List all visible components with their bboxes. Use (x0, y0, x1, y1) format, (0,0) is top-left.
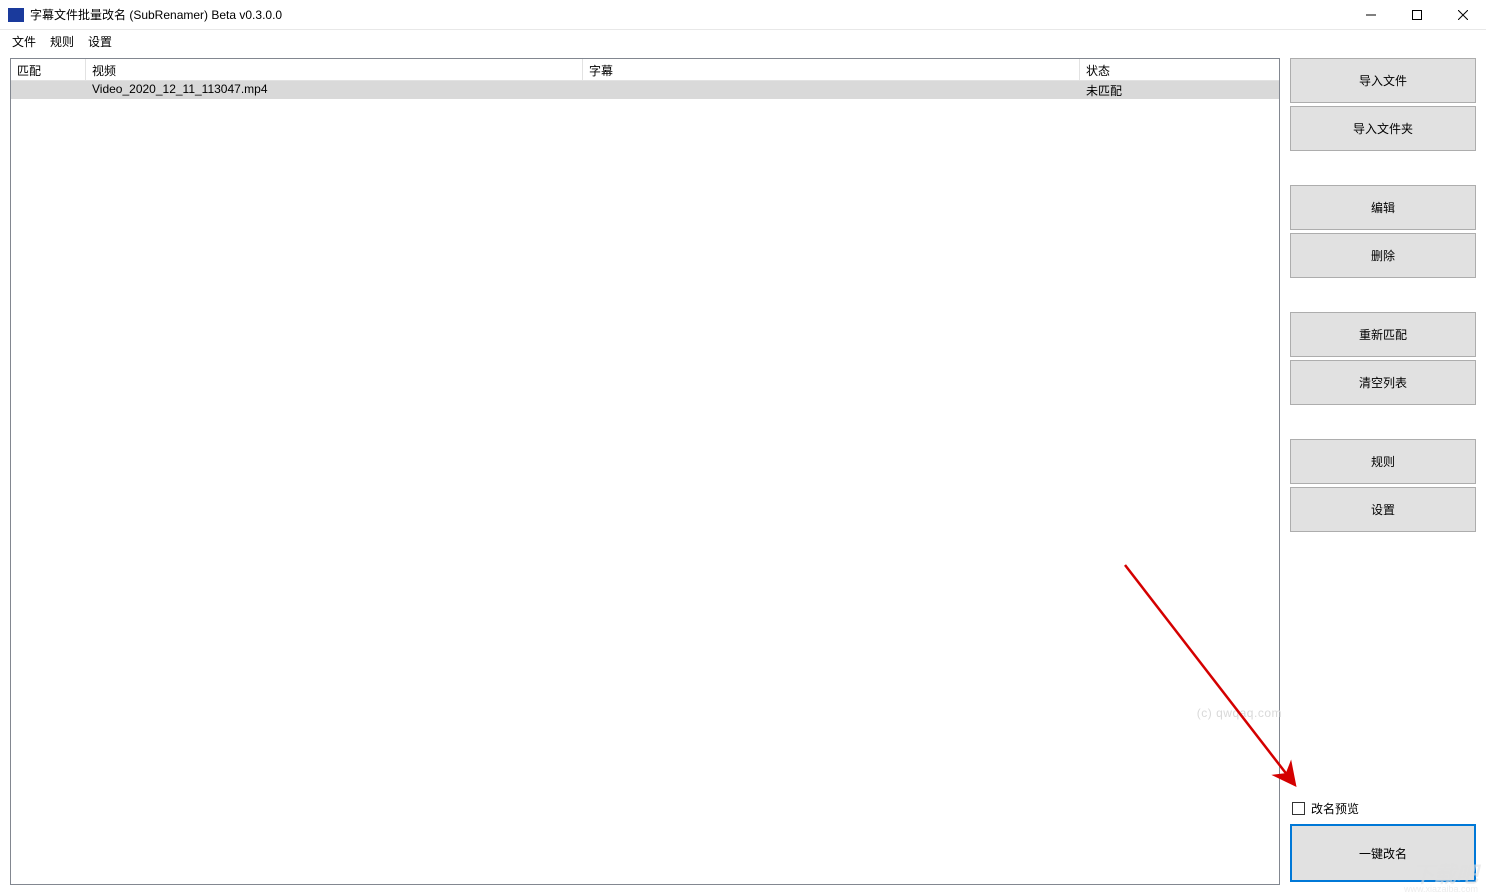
minimize-button[interactable] (1348, 0, 1394, 30)
column-header-subtitle[interactable]: 字幕 (583, 59, 1080, 81)
preview-rename-checkbox[interactable] (1292, 802, 1305, 815)
clear-list-button[interactable]: 清空列表 (1290, 360, 1476, 405)
window-title: 字幕文件批量改名 (SubRenamer) Beta v0.3.0.0 (30, 6, 282, 23)
table-body[interactable]: Video_2020_12_11_113047.mp4 未匹配 (11, 81, 1279, 884)
table-row[interactable]: Video_2020_12_11_113047.mp4 未匹配 (11, 81, 1279, 99)
menu-bar: 文件 规则 设置 (0, 30, 1486, 52)
button-group-edit: 编辑 删除 (1290, 185, 1476, 281)
menu-rule[interactable]: 规则 (46, 31, 84, 52)
button-group-import: 导入文件 导入文件夹 (1290, 58, 1476, 154)
table-header-row: 匹配 视频 字幕 状态 (11, 59, 1279, 81)
close-button[interactable] (1440, 0, 1486, 30)
button-group-config: 规则 设置 (1290, 439, 1476, 535)
rule-button[interactable]: 规则 (1290, 439, 1476, 484)
button-group-list: 重新匹配 清空列表 (1290, 312, 1476, 408)
title-bar: 字幕文件批量改名 (SubRenamer) Beta v0.3.0.0 (0, 0, 1486, 30)
edit-button[interactable]: 编辑 (1290, 185, 1476, 230)
watermark-url: www.xiazaiba.com (1404, 884, 1478, 894)
sidebar: 导入文件 导入文件夹 编辑 删除 重新匹配 清空列表 规则 设置 改名预览 一键… (1290, 58, 1476, 885)
cell-subtitle (583, 81, 1080, 99)
maximize-button[interactable] (1394, 0, 1440, 30)
cell-match (11, 81, 86, 99)
delete-button[interactable]: 删除 (1290, 233, 1476, 278)
import-folder-button[interactable]: 导入文件夹 (1290, 106, 1476, 151)
preview-rename-row[interactable]: 改名预览 (1290, 796, 1476, 823)
column-header-status[interactable]: 状态 (1080, 59, 1279, 81)
menu-file[interactable]: 文件 (8, 31, 46, 52)
column-header-video[interactable]: 视频 (86, 59, 583, 81)
preview-rename-label: 改名预览 (1311, 800, 1359, 817)
settings-button[interactable]: 设置 (1290, 487, 1476, 532)
file-table: 匹配 视频 字幕 状态 Video_2020_12_11_113047.mp4 … (10, 58, 1280, 885)
cell-status: 未匹配 (1080, 81, 1279, 99)
menu-settings[interactable]: 设置 (84, 31, 122, 52)
content-area: 匹配 视频 字幕 状态 Video_2020_12_11_113047.mp4 … (0, 52, 1486, 895)
rematch-button[interactable]: 重新匹配 (1290, 312, 1476, 357)
watermark-copyright: (c) qwqaq.com (1197, 706, 1282, 720)
window-controls (1348, 0, 1486, 29)
column-header-match[interactable]: 匹配 (11, 59, 86, 81)
import-file-button[interactable]: 导入文件 (1290, 58, 1476, 103)
cell-video: Video_2020_12_11_113047.mp4 (86, 81, 583, 99)
app-icon (8, 8, 24, 22)
